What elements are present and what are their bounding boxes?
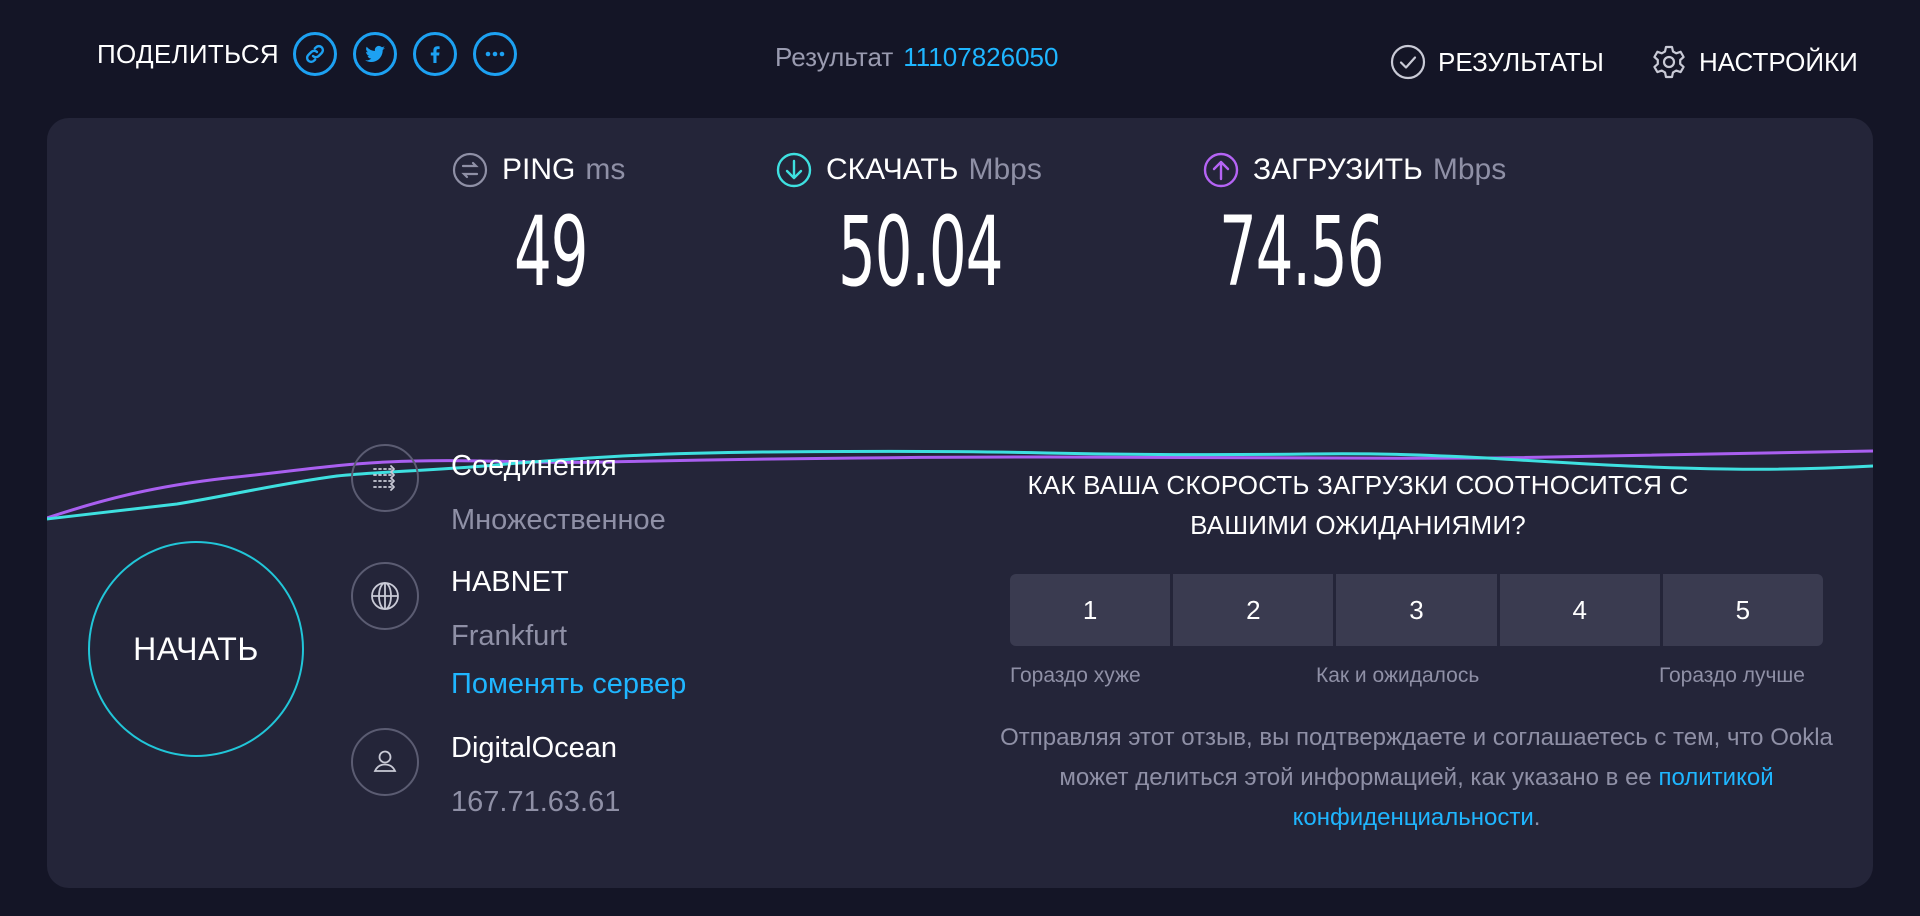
share-facebook-button[interactable] bbox=[412, 32, 457, 76]
connections-icon bbox=[373, 465, 395, 491]
feedback-note: Отправляя этот отзыв, вы подтверждаете и… bbox=[995, 718, 1838, 838]
ping-label: PING bbox=[502, 153, 576, 186]
connections-label: Соединения bbox=[451, 450, 617, 482]
feedback-note-end: . bbox=[1533, 804, 1541, 831]
rating-button-2[interactable]: 2 bbox=[1173, 574, 1334, 646]
link-icon bbox=[305, 44, 325, 64]
result-panel: PING ms 49 СКАЧАТЬ Mbps 50.04 ЗАГРУЗИТЬ … bbox=[47, 118, 1873, 888]
ping-icon bbox=[452, 152, 488, 188]
download-value: 50.04 bbox=[838, 196, 1003, 308]
share-twitter-button[interactable] bbox=[352, 32, 397, 76]
upload-icon bbox=[1203, 152, 1239, 188]
results-button[interactable]: РЕЗУЛЬТАТЫ bbox=[1390, 44, 1604, 80]
rating-button-4[interactable]: 4 bbox=[1499, 574, 1660, 646]
download-header: СКАЧАТЬ Mbps bbox=[776, 152, 1103, 188]
download-label: СКАЧАТЬ bbox=[826, 153, 959, 186]
connections-icon-wrap bbox=[351, 444, 419, 512]
top-bar: ПОДЕЛИТЬСЯ Результат 11107826050 РЕЗУЛЬТ… bbox=[0, 0, 1920, 118]
result-id-link[interactable]: 11107826050 bbox=[903, 42, 1058, 72]
upload-value: 74.56 bbox=[1219, 196, 1384, 308]
rating-bar: 1 2 3 4 5 bbox=[1010, 574, 1824, 646]
upload-header: ЗАГРУЗИТЬ Mbps bbox=[1203, 152, 1506, 188]
share-label: ПОДЕЛИТЬСЯ bbox=[97, 38, 279, 69]
gear-icon bbox=[1653, 45, 1685, 79]
download-unit: Mbps bbox=[968, 153, 1042, 186]
check-circle-icon bbox=[1390, 44, 1426, 80]
start-button[interactable]: НАЧАТЬ bbox=[88, 541, 304, 757]
result-label: Результат bbox=[775, 42, 894, 72]
results-label: РЕЗУЛЬТАТЫ bbox=[1438, 46, 1604, 77]
settings-label: НАСТРОЙКИ bbox=[1699, 46, 1858, 77]
user-icon bbox=[373, 750, 397, 772]
twitter-icon bbox=[364, 45, 385, 63]
isp-name: HABNET bbox=[451, 566, 569, 598]
globe-icon bbox=[371, 582, 399, 610]
host-name: DigitalOcean bbox=[451, 732, 618, 764]
ping-metric: PING ms 49 bbox=[452, 152, 632, 302]
upload-label: ЗАГРУЗИТЬ bbox=[1253, 153, 1423, 186]
change-server-link[interactable]: Поменять сервер bbox=[451, 668, 686, 701]
share-group: ПОДЕЛИТЬСЯ bbox=[97, 28, 533, 80]
rating-label-low: Гораздо хуже bbox=[1010, 664, 1141, 687]
globe-icon-wrap bbox=[351, 562, 419, 630]
ping-header: PING ms bbox=[452, 152, 632, 188]
result-id: Результат 11107826050 bbox=[775, 42, 1058, 73]
rating-button-3[interactable]: 3 bbox=[1336, 574, 1497, 646]
share-link-button[interactable] bbox=[292, 32, 337, 76]
upload-unit: Mbps bbox=[1432, 153, 1507, 186]
share-more-button[interactable] bbox=[472, 32, 517, 76]
facebook-icon bbox=[430, 46, 440, 63]
download-icon bbox=[776, 152, 812, 188]
connections-value: Множественное bbox=[451, 504, 666, 536]
rating-button-1[interactable]: 1 bbox=[1010, 574, 1171, 646]
rating-button-5[interactable]: 5 bbox=[1662, 574, 1824, 646]
download-metric: СКАЧАТЬ Mbps 50.04 bbox=[776, 152, 1103, 302]
ping-unit: ms bbox=[585, 153, 626, 186]
server-location: Frankfurt bbox=[451, 620, 568, 652]
rating-label-mid: Как и ожидалось bbox=[1316, 664, 1480, 687]
settings-button[interactable]: НАСТРОЙКИ bbox=[1651, 44, 1858, 80]
ping-value: 49 bbox=[514, 196, 588, 308]
upload-metric: ЗАГРУЗИТЬ Mbps 74.56 bbox=[1203, 152, 1506, 302]
rating-label-high: Гораздо лучше bbox=[1659, 664, 1805, 687]
more-icon bbox=[485, 51, 505, 57]
feedback-question: КАК ВАША СКОРОСТЬ ЗАГРУЗКИ СООТНОСИТСЯ С… bbox=[1027, 470, 1689, 540]
user-icon-wrap bbox=[351, 728, 419, 796]
host-ip: 167.71.63.61 bbox=[451, 786, 621, 818]
